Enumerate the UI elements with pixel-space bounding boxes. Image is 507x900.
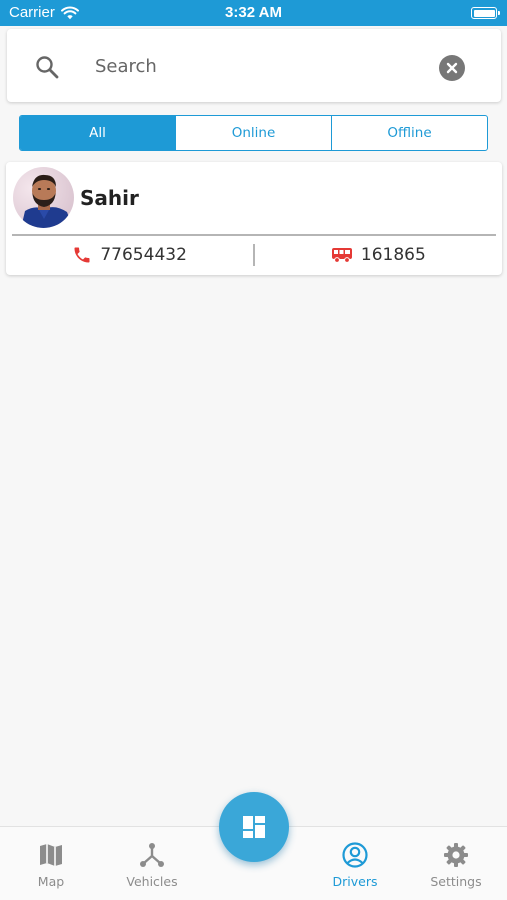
status-filter: All Online Offline	[19, 115, 488, 151]
status-time: 3:32 AM	[225, 4, 282, 21]
nav-vehicles[interactable]: Vehicles	[112, 827, 192, 900]
nav-settings[interactable]: Settings	[416, 827, 496, 900]
filter-all[interactable]: All	[20, 116, 176, 150]
dashboard-fab-button[interactable]	[219, 792, 289, 862]
battery-icon	[471, 7, 500, 19]
vehicles-icon	[140, 843, 164, 867]
filter-offline[interactable]: Offline	[332, 116, 487, 150]
vehicle-id: 161865	[360, 245, 426, 265]
gear-icon	[444, 843, 468, 867]
nav-drivers[interactable]: Drivers	[315, 827, 395, 900]
nav-map[interactable]: Map	[11, 827, 91, 900]
search-input[interactable]	[93, 47, 423, 85]
nav-label-drivers: Drivers	[332, 874, 378, 889]
drivers-icon	[342, 842, 368, 868]
nav-label-map: Map	[37, 874, 65, 889]
driver-name: Sahir	[80, 186, 139, 210]
phone-icon	[74, 247, 90, 263]
search-bar	[7, 29, 501, 102]
dashboard-icon	[243, 816, 265, 838]
phone-number: 77654432	[100, 245, 187, 265]
nav-label-settings: Settings	[430, 874, 482, 889]
bus-icon	[331, 248, 352, 263]
clear-search-button[interactable]	[439, 55, 465, 81]
status-bar: Carrier 3:32 AM	[0, 0, 507, 26]
driver-vehicle[interactable]: 161865	[255, 245, 502, 265]
close-icon	[446, 62, 458, 74]
avatar	[13, 167, 74, 228]
nav-label-vehicles: Vehicles	[126, 874, 178, 889]
filter-online[interactable]: Online	[176, 116, 332, 150]
driver-card[interactable]: Sahir 77654432 161865	[6, 162, 502, 275]
driver-details-row: 77654432 161865	[6, 236, 502, 274]
driver-phone[interactable]: 77654432	[6, 245, 253, 265]
search-icon	[36, 56, 59, 79]
map-icon	[40, 844, 62, 866]
